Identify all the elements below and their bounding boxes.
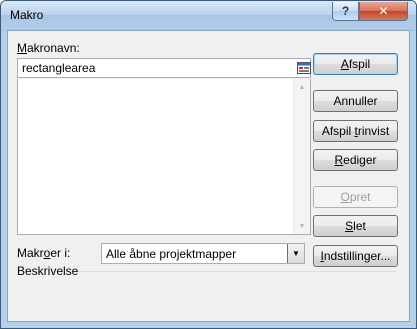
cancel-button-label: Annuller — [333, 94, 378, 108]
run-button[interactable]: Afspil — [313, 53, 398, 75]
macro-name-input[interactable]: rectanglearea — [17, 58, 311, 78]
options-button-label: Indstillinger... — [320, 249, 391, 263]
edit-button[interactable]: Rediger — [313, 149, 398, 171]
step-into-button-label: Afspil trinvist — [321, 124, 390, 138]
macro-name-value: rectanglearea — [22, 61, 96, 75]
macros-in-label: Makroer i: — [17, 246, 71, 260]
delete-button-label: Slet — [345, 219, 366, 233]
step-into-button[interactable]: Afspil trinvist — [313, 120, 398, 142]
description-divider — [78, 271, 396, 272]
options-button[interactable]: Indstillinger... — [313, 245, 398, 267]
collapse-dialog-icon — [297, 62, 311, 74]
scroll-up-arrow-icon[interactable]: ▲ — [294, 79, 310, 95]
dialog-body: Makronavn: rectanglearea ▲ ▼ Afspil Annu… — [7, 30, 410, 322]
edit-button-label: Rediger — [334, 153, 377, 167]
macro-dialog: Makro ? ✕ Makronavn: rectanglearea ▲ ▼ A… — [0, 0, 417, 329]
help-button[interactable]: ? — [332, 2, 359, 21]
macro-list[interactable]: ▲ ▼ — [17, 79, 311, 235]
help-icon: ? — [341, 4, 350, 18]
create-button-label: Opret — [340, 190, 371, 204]
window-title: Makro — [10, 8, 44, 22]
macros-in-value: Alle åbne projektmapper — [106, 247, 237, 261]
scroll-down-arrow-icon[interactable]: ▼ — [294, 218, 310, 234]
close-button[interactable]: ✕ — [359, 2, 408, 21]
close-icon: ✕ — [378, 4, 389, 18]
macro-list-scrollbar[interactable]: ▲ ▼ — [293, 79, 310, 234]
macro-name-label: Makronavn: — [17, 41, 80, 55]
run-button-label: Afspil — [340, 57, 371, 71]
macros-in-select[interactable]: Alle åbne projektmapper ▼ — [101, 243, 305, 264]
cancel-button[interactable]: Annuller — [313, 90, 398, 112]
chevron-down-icon[interactable]: ▼ — [287, 244, 304, 263]
collapse-dialog-button[interactable] — [297, 60, 311, 76]
description-label: Beskrivelse — [17, 264, 79, 278]
delete-button[interactable]: Slet — [313, 215, 398, 237]
title-bar[interactable]: Makro ? ✕ — [1, 1, 416, 29]
create-button[interactable]: Opret — [313, 186, 398, 208]
